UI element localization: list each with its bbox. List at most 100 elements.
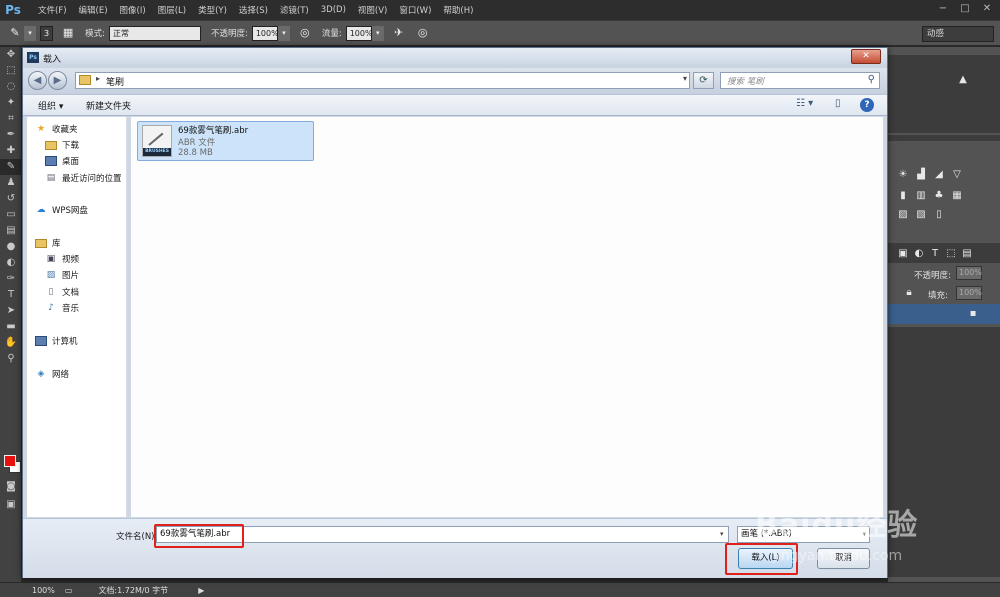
quick-mask-icon[interactable]: ◙ [0,479,22,495]
filter-shape-icon[interactable]: ⬚ [944,248,958,259]
menu-image[interactable]: 图像(I) [120,4,146,16]
filter-image-icon[interactable]: ▣ [896,248,910,259]
menu-layer[interactable]: 图层(L) [158,4,186,16]
new-folder-button[interactable]: 新建文件夹 [86,99,131,112]
zoom-tool-icon[interactable]: ⚲ [0,351,22,367]
flow-dropdown[interactable]: ▾ [371,25,384,41]
menu-filter[interactable]: 滤镜(T) [280,4,309,16]
pressure-opacity-icon[interactable]: ◎ [296,24,314,42]
lock-pixels-icon[interactable]: 🔒︎ [902,287,916,298]
adjust-gradientmap-icon[interactable]: ▯ [932,209,946,220]
breadcrumb[interactable]: 笔刷 [106,75,124,88]
chevron-right-icon[interactable]: ▸ [96,74,100,83]
menu-file[interactable]: 文件(F) [38,4,67,16]
eyedropper-tool-icon[interactable]: ✒ [0,127,22,143]
lasso-tool-icon[interactable]: ◌ [0,79,22,95]
blur-tool-icon[interactable]: ● [0,239,22,255]
adjust-exposure-icon[interactable]: ▽ [950,169,964,180]
flow-field[interactable]: 100% [345,25,373,41]
shape-tool-icon[interactable]: ▬ [0,319,22,335]
path-select-icon[interactable]: ➤ [0,303,22,319]
nav-downloads[interactable]: 下载 [45,139,79,151]
nav-computer[interactable]: 计算机 [35,335,78,347]
chevron-down-icon[interactable]: ▾ [683,74,687,83]
status-menu-arrow[interactable]: ▶ [198,586,204,595]
dialog-close-button[interactable]: ✕ [851,49,881,64]
nav-favorites[interactable]: ★ 收藏夹 [35,123,78,135]
menu-select[interactable]: 选择(S) [239,4,268,16]
menu-3d[interactable]: 3D(D) [321,5,346,15]
filter-type-icon[interactable]: T [928,248,942,259]
nav-desktop[interactable]: 桌面 [45,155,79,167]
history-brush-icon[interactable]: ↺ [0,191,22,207]
brush-preset-dropdown[interactable]: ▾ [24,25,36,41]
pressure-size-icon[interactable]: ◎ [414,24,432,42]
nav-music[interactable]: ♪ 音乐 [45,302,79,314]
organize-button[interactable]: 组织 ▾ [38,99,63,112]
brush-panel-icon[interactable]: ▦ [59,24,77,42]
menu-edit[interactable]: 编辑(E) [79,4,108,16]
adjust-lookup-icon[interactable]: ▦ [950,190,964,201]
adjust-threshold-icon[interactable]: ▧ [914,209,928,220]
adjust-brightness-icon[interactable]: ☀ [896,169,910,180]
menu-window[interactable]: 窗口(W) [399,4,431,16]
adjust-vibrance-icon[interactable]: ▮ [896,190,910,201]
crop-tool-icon[interactable]: ⌗ [0,111,22,127]
marquee-tool-icon[interactable]: ⬚ [0,63,22,79]
search-icon[interactable]: ⚲ [868,74,875,85]
forward-button[interactable]: ▶ [48,71,67,90]
stamp-tool-icon[interactable]: ♟ [0,175,22,191]
adjust-colorbalance-icon[interactable]: ♣ [932,190,946,201]
search-placeholder[interactable]: 搜索 笔刷 [727,75,764,87]
nav-videos[interactable]: ▣ 视频 [45,253,79,265]
opacity-field[interactable]: 100% [251,25,279,41]
brush-tool-icon[interactable]: ✎ [6,24,24,42]
filename-history-dropdown[interactable]: ▾ [720,530,724,538]
nav-pictures[interactable]: ▨ 图片 [45,269,79,281]
nav-wps[interactable]: ☁ WPS网盘 [35,204,88,216]
gradient-tool-icon[interactable]: ▤ [0,223,22,239]
foreground-color-swatch[interactable] [4,455,16,467]
healing-tool-icon[interactable]: ✚ [0,143,22,159]
menu-type[interactable]: 类型(Y) [198,4,227,16]
filter-smart-icon[interactable]: ▤ [960,248,974,259]
nav-documents[interactable]: ▯ 文档 [45,286,80,298]
adjust-invert-icon[interactable]: ▨ [896,209,910,220]
address-bar[interactable]: ▸ 笔刷 ▾ [75,72,690,89]
file-item[interactable]: BRUSHES 69款雾气笔刷.abr ABR 文件 28.8 MB [137,121,314,161]
brush-size-field[interactable]: 3 [40,25,54,41]
adjust-hue-icon[interactable]: ▥ [914,190,928,201]
hand-tool-icon[interactable]: ✋ [0,335,22,351]
preview-pane-icon[interactable]: ▯ [835,98,841,109]
maximize-icon[interactable]: □ [958,2,972,16]
nav-network[interactable]: ◈ 网络 [35,368,69,380]
dodge-tool-icon[interactable]: ◐ [0,255,22,271]
help-icon[interactable]: ? [860,98,874,112]
fill-field[interactable]: 100% [956,286,982,300]
doc-info-icon[interactable]: ▭ [65,586,73,595]
layer-row[interactable] [888,304,1000,324]
close-icon[interactable]: ✕ [980,2,994,16]
filter-adjust-icon[interactable]: ◐ [912,248,926,259]
layer-opacity-field[interactable]: 100% [956,266,982,280]
menu-view[interactable]: 视图(V) [358,4,387,16]
airbrush-icon[interactable]: ✈ [390,24,408,42]
eraser-tool-icon[interactable]: ▭ [0,207,22,223]
workspace-select[interactable]: 动感 [922,26,994,42]
back-button[interactable]: ◀ [28,71,47,90]
search-box[interactable]: 搜索 笔刷 ⚲ [720,72,880,89]
view-options-icon[interactable]: ☷ ▾ [796,98,813,109]
zoom-level[interactable]: 100% [32,586,55,595]
brush-tool-active-icon[interactable]: ✎ [0,159,22,175]
opacity-dropdown[interactable]: ▾ [277,25,290,41]
adjust-curves-icon[interactable]: ◢ [932,169,946,180]
move-tool-icon[interactable]: ✥ [0,47,22,63]
nav-library[interactable]: 库 [35,237,61,249]
screen-mode-icon[interactable]: ▣ [0,497,22,513]
pen-tool-icon[interactable]: ✑ [0,271,22,287]
refresh-button[interactable]: ⟳ [693,72,714,89]
minimize-icon[interactable]: − [936,2,950,16]
nav-recent[interactable]: ▤ 最近访问的位置 [45,172,122,184]
adjust-levels-icon[interactable]: ▟ [914,169,928,180]
quick-select-tool-icon[interactable]: ✦ [0,95,22,111]
